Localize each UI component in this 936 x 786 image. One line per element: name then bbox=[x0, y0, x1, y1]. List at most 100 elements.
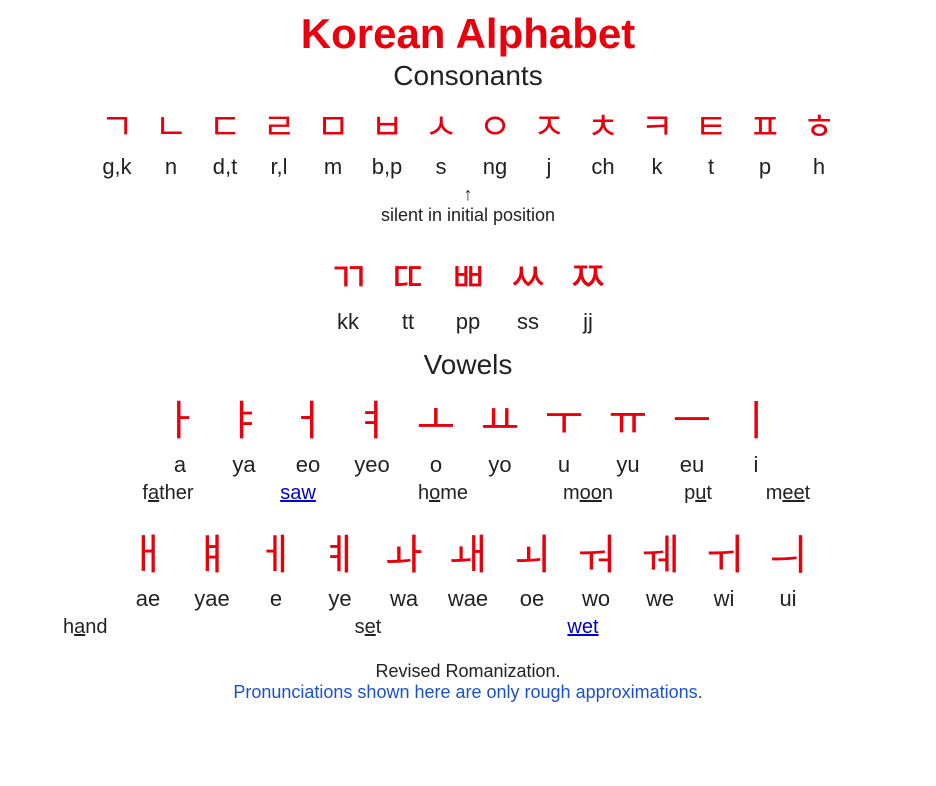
vowel1-roman: eo bbox=[287, 452, 329, 478]
vowel2-roman: wi bbox=[703, 586, 745, 612]
double-consonant-korean: ㅃ bbox=[447, 244, 489, 305]
vowel1-korean: ㅓ bbox=[287, 387, 329, 448]
double-consonant-roman: pp bbox=[447, 309, 489, 335]
vowel2-korean: ㅚ bbox=[511, 521, 553, 582]
example-meet-underline: ee bbox=[782, 482, 804, 504]
vowel1-korean: ㅑ bbox=[223, 387, 265, 448]
example-saw-link: saw bbox=[280, 482, 316, 504]
example-hand-underline: a bbox=[74, 616, 85, 638]
vowel1-korean: ㅗ bbox=[415, 387, 457, 448]
consonant-korean: ㄴ bbox=[153, 98, 189, 150]
consonant-korean: ㅍ bbox=[747, 98, 783, 150]
vowel2-korean: ㅘ bbox=[383, 521, 425, 582]
vowel2-korean: ㅐ bbox=[127, 521, 169, 582]
consonant-korean: ㅋ bbox=[639, 98, 675, 150]
vowel2-roman: ye bbox=[319, 586, 361, 612]
consonant-roman: h bbox=[801, 154, 837, 180]
example-saw: saw bbox=[233, 482, 363, 505]
consonant-korean: ㅎ bbox=[801, 98, 837, 150]
double-consonant-roman: tt bbox=[387, 309, 429, 335]
example-home-underline: o bbox=[429, 482, 440, 504]
example-moon-underline: oo bbox=[580, 482, 602, 504]
consonant-roman: t bbox=[693, 154, 729, 180]
vowel2-roman: oe bbox=[511, 586, 553, 612]
vowel1-korean: ㅏ bbox=[159, 387, 201, 448]
vowel1-roman: u bbox=[543, 452, 585, 478]
consonant-roman: p bbox=[747, 154, 783, 180]
vowel2-roman: e bbox=[255, 586, 297, 612]
consonant-roman: r,l bbox=[261, 154, 297, 180]
consonant-korean: ㄱ bbox=[99, 98, 135, 150]
double-consonant-roman: ss bbox=[507, 309, 549, 335]
examples2-row: hand set wet bbox=[20, 616, 916, 639]
vowel1-roman: i bbox=[735, 452, 777, 478]
consonant-korean: ㅌ bbox=[693, 98, 729, 150]
consonant-korean: ㅂ bbox=[369, 98, 405, 150]
footer-romanization: Revised Romanization. bbox=[233, 661, 702, 682]
vowels1-roman-row: ayaeoyeooyouyueui bbox=[159, 452, 777, 478]
consonant-korean: ㄹ bbox=[261, 98, 297, 150]
consonant-roman: j bbox=[531, 154, 567, 180]
example-home: home bbox=[363, 482, 523, 505]
consonants-korean-row: ㄱㄴㄷㄹㅁㅂㅅㅇㅈㅊㅋㅌㅍㅎ bbox=[99, 98, 837, 150]
vowel2-roman: ui bbox=[767, 586, 809, 612]
second-vowel-section: ㅐㅒㅔㅖㅘㅙㅚㅝㅞㅟㅢ aeyaeeyewawaeoewowewiui bbox=[20, 521, 916, 616]
vowel2-korean: ㅒ bbox=[191, 521, 233, 582]
vowel2-korean: ㅟ bbox=[703, 521, 745, 582]
double-consonant-korean: ㅉ bbox=[567, 244, 609, 305]
vowel2-roman: wa bbox=[383, 586, 425, 612]
vowels2-roman-row: aeyaeeyewawaeoewowewiui bbox=[127, 586, 809, 612]
silent-note-section: ↑ silent in initial position bbox=[381, 184, 555, 226]
vowels1-korean-row: ㅏㅑㅓㅕㅗㅛㅜㅠㅡㅣ bbox=[159, 387, 777, 448]
consonant-roman: ch bbox=[585, 154, 621, 180]
vowel2-korean: ㅞ bbox=[639, 521, 681, 582]
vowel1-korean: ㅕ bbox=[351, 387, 393, 448]
vowel2-roman: wae bbox=[447, 586, 489, 612]
example-meet: meet bbox=[743, 482, 833, 505]
double-consonants-roman-row: kkttppssjj bbox=[327, 309, 609, 335]
vowel1-roman: a bbox=[159, 452, 201, 478]
vowel1-korean: ㅠ bbox=[607, 387, 649, 448]
example-set-underline: e bbox=[365, 616, 376, 638]
arrow-up-icon: ↑ bbox=[464, 184, 473, 205]
vowel1-roman: ya bbox=[223, 452, 265, 478]
vowel2-roman: yae bbox=[191, 586, 233, 612]
example-hand: hand bbox=[53, 616, 253, 639]
vowel2-korean: ㅝ bbox=[575, 521, 617, 582]
consonant-roman: g,k bbox=[99, 154, 135, 180]
vowel1-roman: yo bbox=[479, 452, 521, 478]
consonant-korean: ㅊ bbox=[585, 98, 621, 150]
vowels-header: Vowels bbox=[424, 349, 513, 381]
vowel1-korean: ㅡ bbox=[671, 387, 713, 448]
example-wet-link: wet bbox=[567, 616, 598, 638]
consonant-korean: ㅇ bbox=[477, 98, 513, 150]
page-title: Korean Alphabet bbox=[301, 10, 635, 58]
consonant-korean: ㅅ bbox=[423, 98, 459, 150]
vowel2-roman: we bbox=[639, 586, 681, 612]
vowel2-korean: ㅢ bbox=[767, 521, 809, 582]
vowel1-korean: ㅣ bbox=[735, 387, 777, 448]
consonant-roman: d,t bbox=[207, 154, 243, 180]
vowel1-roman: yu bbox=[607, 452, 649, 478]
example-put: put bbox=[653, 482, 743, 505]
silent-note: silent in initial position bbox=[381, 205, 555, 226]
consonant-roman: b,p bbox=[369, 154, 405, 180]
consonants-roman-row: g,knd,tr,lmb,psngjchktph bbox=[99, 154, 837, 180]
footer-approximations: Pronunciations shown here are only rough… bbox=[233, 682, 702, 703]
consonant-roman: m bbox=[315, 154, 351, 180]
vowels2-korean-row: ㅐㅒㅔㅖㅘㅙㅚㅝㅞㅟㅢ bbox=[127, 521, 809, 582]
consonant-korean: ㅈ bbox=[531, 98, 567, 150]
example-wet: wet bbox=[483, 616, 683, 639]
vowel1-roman: o bbox=[415, 452, 457, 478]
example-put-underline: u bbox=[695, 482, 706, 504]
consonant-roman: k bbox=[639, 154, 675, 180]
vowel1-roman: eu bbox=[671, 452, 713, 478]
example-set: set bbox=[253, 616, 483, 639]
double-consonant-korean: ㄸ bbox=[387, 244, 429, 305]
vowel2-korean: ㅖ bbox=[319, 521, 361, 582]
vowel1-korean: ㅛ bbox=[479, 387, 521, 448]
vowel1-korean: ㅜ bbox=[543, 387, 585, 448]
double-consonants-section: ㄲㄸㅃㅆㅉ kkttppssjj bbox=[327, 244, 609, 339]
vowel2-roman: ae bbox=[127, 586, 169, 612]
double-consonant-korean: ㄲ bbox=[327, 244, 369, 305]
